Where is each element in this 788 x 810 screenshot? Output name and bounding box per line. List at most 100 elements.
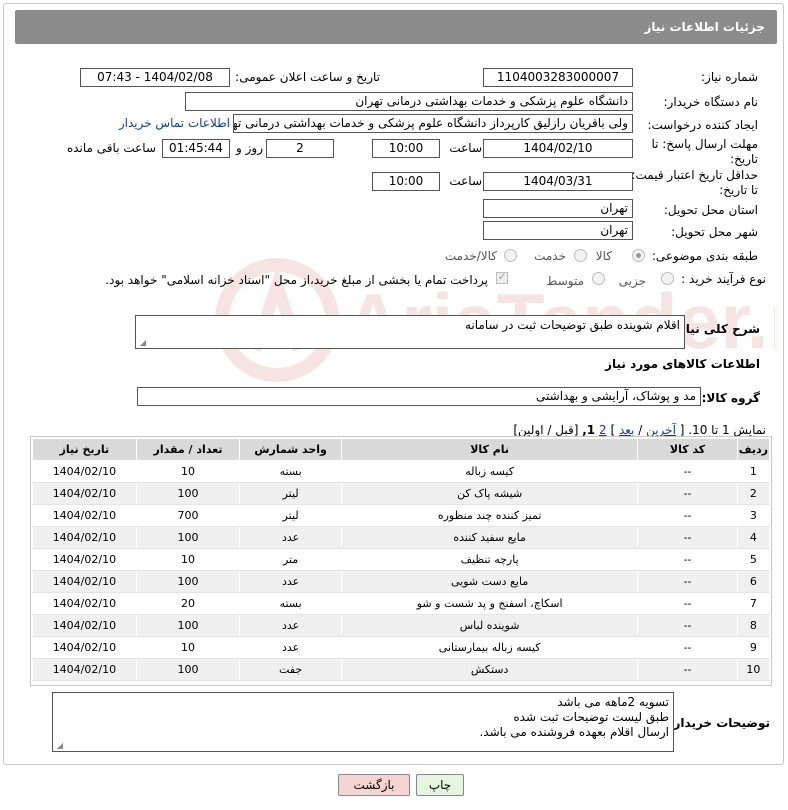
- deadline-time-label: ساعت: [449, 141, 482, 155]
- col-header-quantity: تعداد / مقدار: [135, 438, 241, 461]
- cell-item-code: --: [637, 526, 738, 549]
- pager-range-text: نمایش 1 تا 10. [: [679, 423, 766, 437]
- cell-item-name: تمیز کننده چند منظوره: [340, 504, 639, 527]
- treasury-payment-checkbox[interactable]: ✓: [496, 272, 508, 284]
- pager-next-link[interactable]: بعد: [619, 423, 634, 437]
- pager-close-bracket: ]: [610, 423, 616, 437]
- pager-page-2-link[interactable]: 2: [599, 423, 607, 437]
- cell-item-name: اسکاچ، اسفنج و پد شست و شو: [340, 592, 639, 615]
- table-row: 7 -- اسکاچ، اسفنج و پد شست و شو بسته 20 1404/…: [32, 592, 771, 615]
- validity-date-field: 1404/03/31: [483, 172, 633, 191]
- cell-need-date: 1404/02/10: [32, 460, 137, 483]
- cell-quantity: 10: [135, 548, 241, 571]
- cell-unit: لیتر: [239, 504, 342, 527]
- category-radio-service[interactable]: [574, 249, 587, 262]
- col-header-item-code: کد کالا: [637, 438, 738, 461]
- buyer-notes-label: توضیحات خریدار:: [668, 716, 770, 730]
- col-header-row-number: ردیف: [736, 438, 771, 461]
- category-option-service: خدمت: [534, 249, 566, 263]
- cell-row-number: 4: [736, 526, 771, 549]
- buyer-contact-link[interactable]: اطلاعات تماس خریدار: [119, 116, 230, 130]
- cell-item-code: --: [637, 460, 738, 483]
- pager-last-link[interactable]: آخرین: [646, 423, 676, 437]
- cell-unit: لیتر: [239, 482, 342, 505]
- cell-item-code: --: [637, 592, 738, 615]
- deadline-time-field: 10:00: [372, 139, 440, 158]
- cell-unit: جفت: [239, 658, 342, 681]
- table-row: 9 -- کیسه زباله بیمارستانی عدد 10 1404/02/10: [32, 636, 771, 659]
- buyer-org-field: دانشگاه علوم پزشکی و خدمات بهداشتی درمان…: [185, 92, 633, 111]
- cell-need-date: 1404/02/10: [32, 614, 137, 637]
- goods-group-label: گروه کالا:: [701, 391, 760, 405]
- city-field: تهران: [483, 221, 633, 240]
- cell-item-name: شوینده لباس: [340, 614, 639, 637]
- remaining-time-label: ساعت باقی مانده: [66, 141, 156, 155]
- items-table: ردیف کد کالا نام کالا واحد شمارش تعداد /…: [32, 438, 771, 681]
- cell-item-code: --: [637, 658, 738, 681]
- cell-unit: عدد: [239, 526, 342, 549]
- process-radio-minor[interactable]: [661, 272, 674, 285]
- cell-item-name: کیسه زباله بیمارستانی: [340, 636, 639, 659]
- category-label: طبقه بندی موضوعی:: [651, 249, 758, 263]
- description-text: اقلام شوینده طبق توضیحات ثبت در سامانه: [464, 318, 680, 332]
- cell-item-name: شیشه پاک کن: [340, 482, 639, 505]
- cell-row-number: 8: [736, 614, 771, 637]
- pagination: نمایش 1 تا 10. [ آخرین / بعد ] 2 1, [قبل…: [513, 423, 766, 437]
- cell-row-number: 6: [736, 570, 771, 593]
- cell-quantity: 100: [135, 658, 241, 681]
- buyer-note-line-2: طبق لیست توضیحات ثبت شده: [513, 710, 669, 724]
- table-row: 8 -- شوینده لباس عدد 100 1404/02/10: [32, 614, 771, 637]
- col-header-need-date: تاریخ نیاز: [32, 438, 137, 461]
- cell-item-name: مایع دست شویی: [340, 570, 639, 593]
- creator-label: ایجاد کننده درخواست:: [647, 118, 758, 132]
- cell-need-date: 1404/02/10: [32, 482, 137, 505]
- min-validity-label-line1: حداقل تاریخ اعتبار قیمت:: [631, 168, 758, 182]
- city-label: شهر محل تحویل:: [671, 225, 758, 239]
- category-option-goods: کالا: [595, 249, 612, 263]
- cell-need-date: 1404/02/10: [32, 592, 137, 615]
- cell-item-name: دستکش: [340, 658, 639, 681]
- col-header-item-name: نام کالا: [340, 438, 639, 461]
- deadline-date-field: 1404/02/10: [483, 139, 633, 158]
- table-header-row: ردیف کد کالا نام کالا واحد شمارش تعداد /…: [32, 438, 771, 461]
- cell-row-number: 3: [736, 504, 771, 527]
- resize-grip-icon[interactable]: ◢: [55, 742, 63, 750]
- cell-row-number: 10: [736, 658, 771, 681]
- cell-quantity: 20: [135, 592, 241, 615]
- table-row: 10 -- دستکش جفت 100 1404/02/10: [32, 658, 771, 681]
- process-radio-medium[interactable]: [592, 272, 605, 285]
- cell-need-date: 1404/02/10: [32, 526, 137, 549]
- goods-section-title: اطلاعات کالاهای مورد نیاز: [605, 357, 760, 371]
- cell-item-code: --: [637, 570, 738, 593]
- table-row: 4 -- مایع سفید کننده عدد 100 1404/02/10: [32, 526, 771, 549]
- buyer-note-line-1: تسویه 2ماهه می باشد: [557, 695, 669, 709]
- cell-item-code: --: [637, 548, 738, 571]
- cell-need-date: 1404/02/10: [32, 636, 137, 659]
- cell-quantity: 10: [135, 460, 241, 483]
- print-button[interactable]: چاپ: [416, 774, 464, 796]
- back-button[interactable]: بازگشت: [338, 774, 410, 796]
- category-radio-goods-service[interactable]: [504, 249, 517, 262]
- deadline-label-line2: تاریخ:: [730, 152, 758, 166]
- cell-need-date: 1404/02/10: [32, 548, 137, 571]
- category-option-goods-service: کالا/خدمت: [444, 249, 497, 263]
- pager-prev-first: [قبل / اولین]: [513, 423, 579, 437]
- category-radio-goods[interactable]: [632, 249, 645, 262]
- cell-unit: عدد: [239, 614, 342, 637]
- min-validity-label-line2: تا تاریخ:: [719, 183, 758, 197]
- cell-unit: متر: [239, 548, 342, 571]
- cell-need-date: 1404/02/10: [32, 504, 137, 527]
- cell-quantity: 100: [135, 526, 241, 549]
- resize-grip-icon[interactable]: ◢: [138, 339, 146, 347]
- description-textarea[interactable]: اقلام شوینده طبق توضیحات ثبت در سامانه ◢: [135, 315, 685, 349]
- table-row: 6 -- مایع دست شویی عدد 100 1404/02/10: [32, 570, 771, 593]
- days-label: روز و: [236, 141, 263, 155]
- cell-row-number: 9: [736, 636, 771, 659]
- buyer-notes-textarea[interactable]: تسویه 2ماهه می باشد طبق لیست توضیحات ثبت…: [52, 692, 674, 752]
- cell-need-date: 1404/02/10: [32, 570, 137, 593]
- cell-quantity: 700: [135, 504, 241, 527]
- table-row: 1 -- کیسه زباله بسته 10 1404/02/10: [32, 460, 771, 483]
- treasury-payment-note: پرداخت تمام یا بخشی از مبلغ خرید،از محل …: [105, 273, 488, 287]
- table-row: 2 -- شیشه پاک کن لیتر 100 1404/02/10: [32, 482, 771, 505]
- province-field: تهران: [483, 199, 633, 218]
